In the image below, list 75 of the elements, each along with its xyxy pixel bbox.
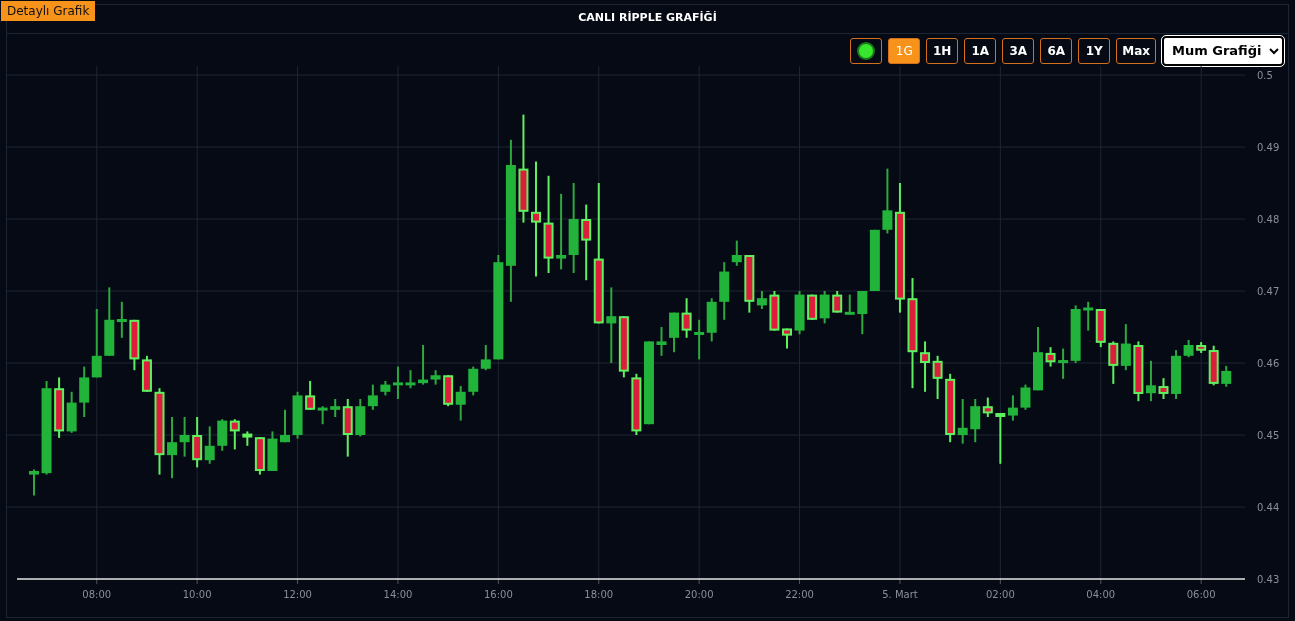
axis-label: 22:00	[785, 588, 814, 600]
axis-label: 04:00	[1086, 588, 1116, 600]
axis-label: 02:00	[985, 588, 1015, 600]
candlestick	[129, 318, 140, 371]
candlestick	[141, 354, 152, 393]
candlestick	[844, 293, 855, 315]
axis-label: 10:00	[182, 588, 212, 600]
axis-label: 20:00	[684, 588, 714, 600]
candlestick	[794, 289, 805, 335]
range-button[interactable]: 1H	[926, 37, 959, 64]
candlestick	[782, 326, 792, 350]
candlestick	[932, 354, 943, 400]
range-button[interactable]: Max	[1116, 37, 1156, 64]
candlestick	[229, 417, 240, 450]
candlestick	[192, 415, 203, 468]
live-toggle[interactable]	[850, 37, 883, 64]
candlestick	[217, 417, 228, 452]
axis-label: 0.49	[1257, 141, 1280, 153]
candlestick	[807, 293, 818, 321]
axis-label: 16:00	[483, 588, 513, 600]
candlestick	[267, 429, 278, 472]
candlestick	[631, 372, 642, 436]
candlestick	[480, 343, 491, 371]
candlestick	[91, 307, 102, 378]
axis-label: 0.47	[1257, 285, 1280, 297]
candlestick	[1033, 325, 1043, 391]
candlestick	[857, 289, 868, 335]
candlestick	[1158, 376, 1169, 400]
range-button[interactable]: 3A	[1002, 37, 1035, 64]
axis-label: 0.48	[1257, 213, 1280, 225]
axis-label: 08:00	[82, 588, 112, 600]
range-button[interactable]: 1A	[964, 37, 997, 64]
candlestick	[443, 373, 454, 407]
candlestick	[468, 365, 479, 396]
candlestick	[79, 365, 90, 418]
axis-label: 5. Mart	[882, 588, 918, 600]
candlestick	[1083, 300, 1094, 332]
candlestick	[706, 296, 717, 342]
range-button[interactable]: 6A	[1040, 37, 1073, 64]
candlestick	[405, 368, 416, 389]
axis-label: 0.43	[1257, 573, 1280, 585]
candlestick	[292, 390, 303, 440]
candlestick	[1045, 345, 1056, 368]
range-button[interactable]: 1Y	[1078, 37, 1111, 64]
candlestick	[1221, 364, 1232, 388]
candlestick	[29, 468, 39, 496]
axis-label: 0.45	[1257, 429, 1280, 441]
candlestick	[832, 289, 843, 314]
axis-label: 14:00	[383, 588, 413, 600]
candlestick	[280, 408, 290, 443]
candlestick	[1120, 322, 1131, 371]
candlestick	[669, 311, 680, 353]
candlestick	[920, 339, 931, 393]
candlestick	[769, 289, 780, 332]
candlestick	[367, 383, 378, 411]
candlestick	[455, 384, 466, 422]
axis-label: 12:00	[283, 588, 312, 600]
candlestick	[1108, 339, 1119, 385]
candlestick	[656, 325, 667, 357]
candlestick	[694, 318, 705, 360]
candlestick	[819, 289, 830, 324]
candlestick	[204, 424, 215, 465]
axis-label: 0.46	[1257, 357, 1280, 369]
candlestick	[1020, 383, 1031, 411]
chart-badge: Detaylı Grafik	[1, 1, 96, 21]
axis-label: 06:00	[1186, 588, 1216, 600]
axis-label: 18:00	[584, 588, 614, 600]
candlestick	[681, 296, 692, 339]
axis-label: 0.5	[1257, 69, 1273, 81]
chart-type-select[interactable]: Mum Grafiği	[1162, 35, 1284, 66]
candlestick	[869, 228, 880, 292]
axis-label: 0.44	[1257, 501, 1280, 513]
candlestick	[618, 314, 629, 378]
candlestick	[355, 397, 366, 437]
candlestick	[1095, 307, 1106, 348]
